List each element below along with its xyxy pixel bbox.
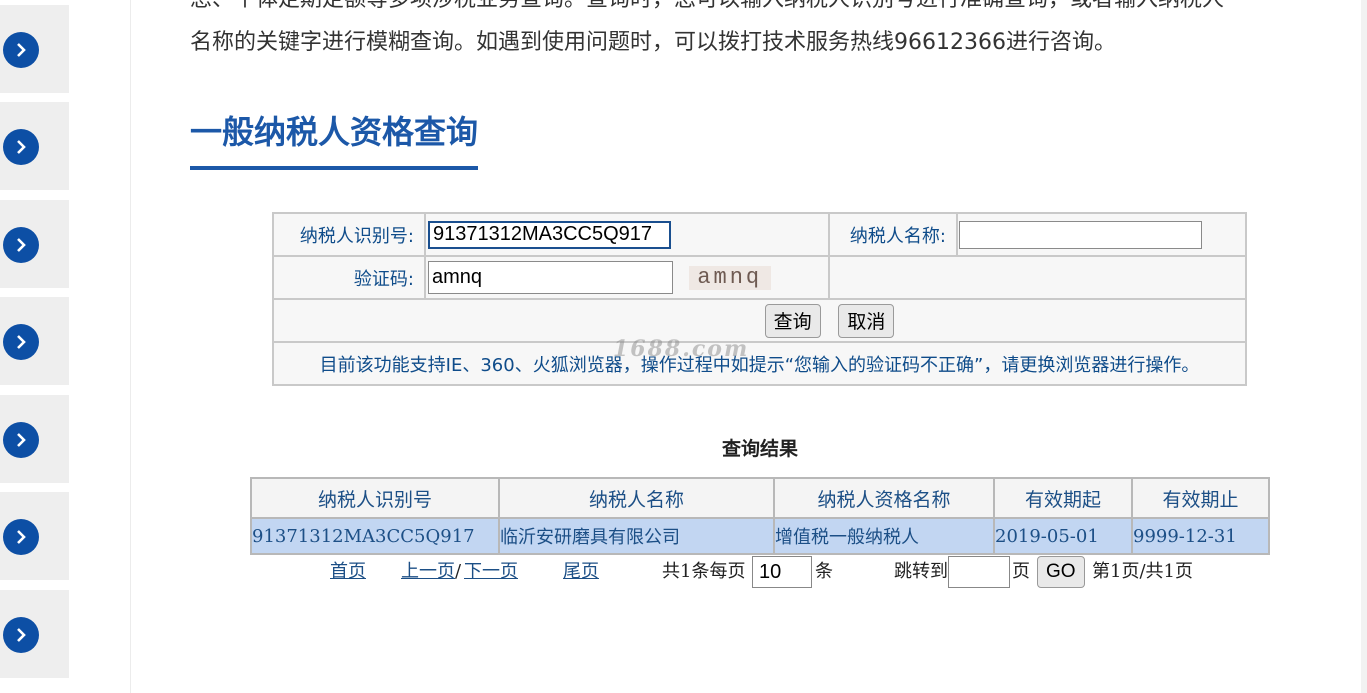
taxpayer-id-cell xyxy=(424,212,830,257)
result-header-row: 纳税人识别号 纳税人名称 纳税人资格名称 有效期起 有效期止 xyxy=(250,477,1270,519)
column-header: 有效期止 xyxy=(1131,477,1270,519)
total-per-page-text: 共1条每页 xyxy=(662,561,746,582)
go-button[interactable]: GO xyxy=(1037,556,1085,588)
chevron-right-icon[interactable] xyxy=(3,129,39,165)
column-header: 纳税人识别号 xyxy=(250,477,500,519)
cell-taxpayer-id: 91371312MA3CC5Q917 xyxy=(250,517,500,555)
sidebar-item[interactable] xyxy=(0,297,69,385)
left-sidebar xyxy=(0,0,131,693)
taxpayer-name-cell xyxy=(956,212,1247,257)
sidebar-item[interactable] xyxy=(0,492,69,580)
query-form: 纳税人识别号: 纳税人名称: 验证码: amnq 查询 取消 目前该功能支持IE… xyxy=(272,212,1247,386)
chevron-right-icon[interactable] xyxy=(3,519,39,555)
page-title: 一般纳税人资格查询 xyxy=(190,110,479,170)
intro-text-line2: 名称的关键字进行模糊查询。如遇到使用问题时，可以拨打技术服务热线96612366… xyxy=(190,30,1116,55)
intro-text-line1: 息、个体定期定额等多项涉税业务查询。查询时，您可以输入纳税人识别号进行准确查询，… xyxy=(190,0,1330,22)
taxpayer-id-input[interactable] xyxy=(428,220,671,249)
first-page-link[interactable]: 首页 xyxy=(330,556,366,588)
column-header: 纳税人资格名称 xyxy=(773,477,995,519)
last-page-link[interactable]: 尾页 xyxy=(563,556,599,588)
prev-page-link[interactable]: 上一页 xyxy=(401,556,455,588)
captcha-image[interactable]: amnq xyxy=(688,266,771,290)
sidebar-item[interactable] xyxy=(0,200,69,288)
scrollbar[interactable] xyxy=(1361,0,1367,693)
watermark: 1688.com xyxy=(613,336,750,362)
captcha-input[interactable] xyxy=(428,261,673,294)
chevron-right-icon[interactable] xyxy=(3,32,39,68)
browser-notice: 目前该功能支持IE、360、火狐浏览器，操作过程中如提示“您输入的验证码不正确”… xyxy=(272,341,1247,386)
result-title: 查询结果 xyxy=(721,438,798,460)
taxpayer-name-input[interactable] xyxy=(959,220,1202,249)
page-size-input[interactable] xyxy=(752,556,812,588)
page-status: 第1页/共1页 xyxy=(1092,561,1193,582)
taxpayer-name-label: 纳税人名称: xyxy=(828,212,958,257)
cell-valid-to: 9999-12-31 xyxy=(1131,517,1270,555)
captcha-cell: amnq xyxy=(424,255,830,300)
jump-to-text: 跳转到 xyxy=(894,561,948,582)
sidebar-item[interactable] xyxy=(0,590,69,678)
cancel-button[interactable]: 取消 xyxy=(838,303,895,338)
cell-taxpayer-name: 临沂安研磨具有限公司 xyxy=(498,517,775,555)
jump-page-input[interactable] xyxy=(948,556,1010,588)
captcha-label: 验证码: xyxy=(272,255,426,300)
query-button[interactable]: 查询 xyxy=(764,303,821,338)
page-unit-text: 页 xyxy=(1012,561,1030,582)
empty-cell xyxy=(828,255,1247,300)
sidebar-item[interactable] xyxy=(0,5,69,93)
column-header: 纳税人名称 xyxy=(498,477,775,519)
next-page-link[interactable]: 下一页 xyxy=(464,556,518,588)
column-header: 有效期起 xyxy=(993,477,1133,519)
chevron-right-icon[interactable] xyxy=(3,617,39,653)
unit-text: 条 xyxy=(815,561,833,582)
result-table: 纳税人识别号 纳税人名称 纳税人资格名称 有效期起 有效期止 91371312M… xyxy=(250,477,1270,555)
button-row: 查询 取消 xyxy=(272,298,1247,343)
chevron-right-icon[interactable] xyxy=(3,324,39,360)
pager-separator: / xyxy=(455,561,462,582)
cell-qualification: 增值税一般纳税人 xyxy=(773,517,995,555)
taxpayer-id-label: 纳税人识别号: xyxy=(272,212,426,257)
table-row[interactable]: 91371312MA3CC5Q917 临沂安研磨具有限公司 增值税一般纳税人 2… xyxy=(250,517,1270,555)
cell-valid-from: 2019-05-01 xyxy=(993,517,1133,555)
chevron-right-icon[interactable] xyxy=(3,227,39,263)
sidebar-item[interactable] xyxy=(0,102,69,190)
